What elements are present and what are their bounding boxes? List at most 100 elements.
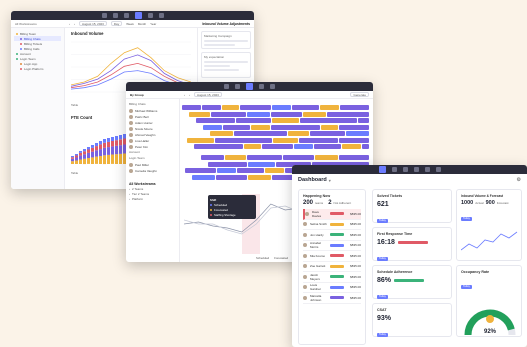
shift-segment[interactable] (362, 144, 369, 149)
gantt-row[interactable] (182, 137, 373, 143)
shift-segment[interactable] (247, 111, 270, 117)
shift-segment[interactable] (192, 174, 215, 180)
shift-segment[interactable] (208, 161, 247, 167)
grid-icon[interactable] (158, 13, 164, 18)
group-by-select[interactable]: By Group (130, 93, 180, 97)
shift-segment[interactable] (247, 155, 282, 160)
shift-segment[interactable] (251, 124, 270, 130)
shift-segment[interactable] (244, 144, 261, 149)
adjustment-card-2[interactable]: My expectation (201, 52, 251, 78)
agent-row[interactable]: Zoe Garrett $835.00 (303, 262, 361, 272)
nav-year[interactable]: Year (150, 22, 156, 26)
shift-segment[interactable] (211, 111, 246, 117)
agent-row[interactable]: Marcella Johnson $835.00 (303, 293, 361, 304)
shift-segment[interactable] (339, 124, 369, 130)
shift-segment[interactable] (314, 144, 341, 149)
shift-segment[interactable] (358, 118, 369, 123)
shift-segment[interactable] (225, 155, 246, 160)
nav-month[interactable]: Month (138, 22, 146, 26)
shift-segment[interactable] (327, 111, 369, 117)
people-icon[interactable] (424, 167, 430, 172)
shift-segment[interactable] (272, 105, 291, 110)
shift-segment[interactable] (299, 137, 338, 143)
shift-segment[interactable] (300, 118, 357, 123)
shift-segment[interactable] (187, 137, 214, 143)
shift-segment[interactable] (189, 111, 210, 117)
shift-segment[interactable] (321, 124, 338, 130)
person-row[interactable]: Camelia Vaughn (129, 168, 176, 174)
first-response-card[interactable]: First Response Time 16:18 Today (372, 227, 452, 261)
shift-segment[interactable] (216, 174, 247, 180)
generate-button[interactable]: Generate (350, 92, 369, 97)
shift-segment[interactable] (240, 105, 271, 110)
settings-icon[interactable] (435, 167, 441, 172)
shift-segment[interactable] (215, 137, 272, 143)
shift-segment[interactable] (294, 144, 313, 149)
next-arrow-icon[interactable]: › (74, 22, 75, 26)
gantt-row[interactable] (182, 105, 373, 110)
gantt-row[interactable] (182, 118, 373, 123)
chart-icon[interactable] (259, 84, 264, 89)
gantt-row[interactable] (182, 155, 373, 160)
settings-icon[interactable] (147, 13, 153, 18)
shift-segment[interactable] (292, 105, 319, 110)
shift-segment[interactable] (248, 161, 275, 167)
shift-segment[interactable] (339, 155, 369, 160)
chart-icon[interactable] (134, 12, 142, 19)
shift-segment[interactable] (217, 168, 236, 173)
shift-segment[interactable] (265, 168, 284, 173)
occupancy-card[interactable]: Occupancy Rate Today 92% (456, 265, 522, 337)
prev-arrow-icon[interactable]: ‹ (69, 22, 70, 26)
shift-segment[interactable] (237, 168, 264, 173)
shift-segment[interactable] (223, 124, 250, 130)
shift-segment[interactable] (303, 111, 326, 117)
shift-segment[interactable] (283, 155, 314, 160)
next-arrow-icon[interactable]: › (189, 93, 190, 97)
csat-card[interactable]: CSAT 93% Today (372, 303, 452, 337)
shift-segment[interactable] (196, 118, 235, 123)
shift-segment[interactable] (182, 105, 201, 110)
shift-segment[interactable] (222, 105, 239, 110)
prev-arrow-icon[interactable]: ‹ (184, 93, 185, 97)
gantt-row[interactable] (182, 111, 373, 117)
inbound-forecast-card[interactable]: Inbound Volume & Forecast 1000 Actual 90… (456, 189, 522, 261)
agent-row[interactable]: Louis Gardner $835.00 (303, 283, 361, 293)
shift-segment[interactable] (346, 131, 369, 136)
calendar-icon[interactable] (391, 167, 397, 172)
nav-week[interactable]: Week (126, 22, 134, 26)
settings-icon[interactable]: ⚙ (517, 177, 521, 183)
agent-row[interactable]: Mia Kosmo $835.00 (303, 251, 361, 262)
agent-row[interactable]: Selina Smith $835.00 (303, 220, 361, 230)
home-icon[interactable] (224, 84, 229, 89)
shift-segment[interactable] (339, 137, 369, 143)
home-icon[interactable] (378, 166, 386, 173)
schedule-icon[interactable] (246, 83, 253, 90)
adherence-card[interactable]: Schedule Adherence 86% Today (372, 265, 452, 299)
settings-icon[interactable] (270, 84, 275, 89)
gantt-row[interactable] (182, 124, 373, 130)
shift-segment[interactable] (315, 155, 338, 160)
nav-day[interactable]: Day (110, 21, 123, 26)
shift-segment[interactable] (310, 131, 345, 136)
calendar-icon[interactable] (112, 13, 118, 18)
schedule-icon[interactable] (402, 167, 408, 172)
agent-row[interactable]: Dave Davies $835.00 (303, 209, 361, 220)
shift-segment[interactable] (185, 168, 216, 173)
people-icon[interactable] (123, 13, 129, 18)
shift-segment[interactable] (271, 124, 320, 130)
shift-segment[interactable] (320, 105, 339, 110)
shift-segment[interactable] (288, 131, 309, 136)
agent-row[interactable]: Jon Hardy $835.00 (303, 230, 361, 241)
agent-row[interactable]: Annabel Morris $835.00 (303, 241, 361, 251)
gantt-row[interactable] (182, 144, 373, 149)
gantt-row[interactable] (182, 131, 373, 136)
date-picker[interactable]: August 15, 2023 (194, 92, 222, 97)
workstream-item[interactable]: › Platform (129, 196, 176, 201)
shift-segment[interactable] (201, 155, 224, 160)
shift-segment[interactable] (203, 124, 222, 130)
shift-segment[interactable] (210, 131, 233, 136)
chart-icon[interactable] (413, 167, 419, 172)
shift-segment[interactable] (262, 144, 293, 149)
shift-segment[interactable] (236, 118, 271, 123)
calendar-icon[interactable] (235, 84, 240, 89)
